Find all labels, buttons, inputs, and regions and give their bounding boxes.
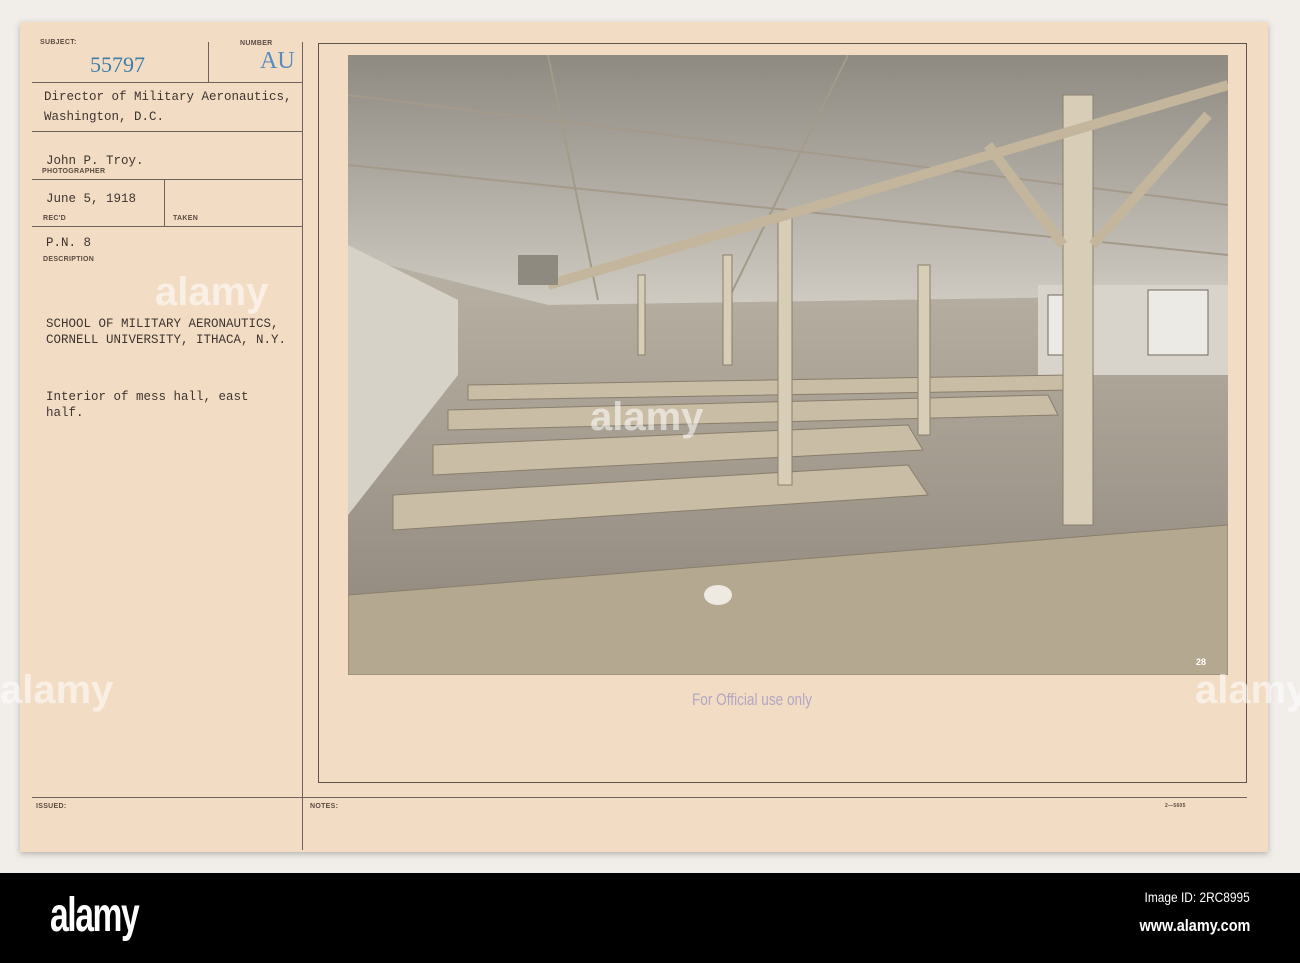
number-value: AU [260, 48, 295, 74]
description-line-1: SCHOOL OF MILITARY AERONAUTICS, [46, 317, 279, 331]
divider [32, 82, 302, 83]
caption-line-1: Interior of mess hall, east [46, 390, 249, 404]
from-line-2: Washington, D.C. [44, 110, 165, 124]
divider [164, 180, 165, 226]
watermark-logo: alamy [590, 395, 704, 439]
taken-label: TAKEN [173, 215, 199, 222]
image-id: Image ID: 2RC8995 [1144, 889, 1250, 905]
divider [32, 797, 1247, 798]
watermark-footer [0, 873, 1300, 963]
subject-label: SUBJECT: [40, 39, 77, 46]
received-label: REC'D [43, 215, 66, 222]
photo-number: 28 [1195, 657, 1206, 667]
divider [208, 42, 209, 82]
watermark-logo: alamy [1195, 668, 1300, 712]
description-line-2: CORNELL UNIVERSITY, ITHACA, N.Y. [46, 333, 287, 347]
alamy-logo: alamy [50, 889, 140, 942]
subject-number: 55797 [90, 52, 145, 77]
mess-hall-photograph: 28 [348, 55, 1228, 675]
photographer-label: PHOTOGRAPHER [42, 168, 106, 175]
watermark-logo: alamy [155, 270, 269, 314]
mess-hall-interior-image [348, 55, 1228, 675]
caption-line-2: half. [46, 406, 84, 420]
divider [32, 179, 302, 180]
divider [32, 131, 302, 132]
number-label: NUMBER [240, 40, 273, 47]
form-code: 2—5605 [1165, 803, 1186, 809]
alamy-url[interactable]: www.alamy.com [1139, 916, 1250, 936]
description-label: DESCRIPTION [43, 256, 95, 263]
column-divider [302, 42, 303, 850]
divider [32, 226, 302, 227]
watermark-logo: alamy [0, 668, 114, 712]
pn-number: P.N. 8 [46, 236, 92, 250]
from-line-1: Director of Military Aeronautics, [44, 90, 292, 104]
received-date: June 5, 1918 [46, 192, 137, 206]
official-use-stamp: For Official use only [692, 690, 812, 709]
issued-label: ISSUED: [36, 803, 67, 810]
notes-label: NOTES: [310, 803, 339, 810]
photographer-name: John P. Troy. [46, 154, 144, 168]
